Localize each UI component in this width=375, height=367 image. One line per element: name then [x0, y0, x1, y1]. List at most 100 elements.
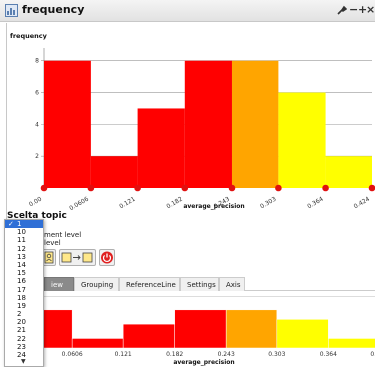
scroll-down-icon[interactable]: ▼ — [21, 358, 26, 365]
dropdown-option[interactable]: 13 — [5, 253, 43, 261]
close-icon[interactable]: × — [366, 3, 375, 16]
dropdown-option-label: 21 — [17, 326, 26, 335]
dropdown-option-label: 18 — [17, 293, 26, 302]
stop-button[interactable] — [99, 249, 115, 266]
preview-x-tick-label: 0.121 — [115, 351, 132, 358]
dropdown-option[interactable]: 15 — [5, 269, 43, 277]
x-tick-label: 0.0606 — [68, 196, 90, 210]
x-tick-marker — [275, 184, 282, 192]
x-tick-label: 0.364 — [306, 196, 325, 210]
transfer-icon — [61, 252, 93, 263]
y-tick-label: 6 — [35, 90, 39, 97]
x-tick-label: 0.00 — [28, 196, 43, 209]
tab-iew[interactable]: iew — [44, 277, 74, 291]
tab-settings[interactable]: Settings — [180, 277, 219, 291]
dropdown-option[interactable]: 23 — [5, 343, 43, 351]
tab-axis[interactable]: Axis — [219, 277, 245, 291]
histogram-bar — [137, 108, 185, 188]
histogram-bar — [90, 156, 138, 188]
title-bar: frequency − + × — [0, 0, 375, 22]
dropdown-option[interactable]: 12 — [5, 245, 43, 253]
dropdown-option[interactable]: 14 — [5, 261, 43, 269]
y-tick-label: 8 — [35, 58, 39, 65]
window-title: frequency — [22, 3, 85, 16]
person-button[interactable] — [42, 249, 56, 266]
preview-bar — [71, 338, 124, 349]
dropdown-option-label: 17 — [17, 285, 26, 294]
dropdown-option-label: 10 — [17, 228, 26, 237]
preview-bar — [276, 319, 329, 349]
histogram-bar — [184, 60, 232, 188]
histogram-preview: 00.06060.1210.1820.2430.3030.3640.424ave… — [6, 296, 375, 366]
x-tick-marker — [228, 184, 236, 192]
dropdown-option-label: 23 — [17, 342, 26, 351]
dropdown-option[interactable]: 21 — [5, 326, 43, 334]
chart-icon — [5, 4, 18, 17]
histogram-bar — [325, 156, 372, 188]
dropdown-option-label: 20 — [17, 318, 26, 327]
x-tick-marker — [322, 184, 329, 192]
dropdown-option[interactable]: 19 — [5, 302, 43, 310]
tab-grouping[interactable]: Grouping — [74, 277, 119, 291]
dropdown-option-label: 1 — [17, 220, 22, 228]
dropdown-option-label: 22 — [17, 334, 26, 343]
dropdown-option[interactable]: 16 — [5, 277, 43, 285]
preview-x-axis-label: average_precision — [173, 359, 234, 366]
histogram-bar — [278, 92, 326, 188]
y-tick-label: 4 — [35, 121, 39, 128]
dropdown-option-label: 16 — [17, 277, 26, 286]
preview-bar — [328, 338, 375, 349]
tab-referenceline[interactable]: ReferenceLine — [119, 277, 180, 291]
x-axis-label: average_precision — [183, 203, 244, 210]
stop-icon — [101, 251, 113, 264]
preview-bar — [225, 309, 278, 349]
preview-bar — [122, 323, 175, 349]
dropdown-option[interactable]: 10 — [5, 228, 43, 236]
preview-bar — [174, 309, 227, 349]
preview-x-tick-label: 0.243 — [218, 351, 235, 358]
dropdown-option-label: 11 — [17, 236, 26, 245]
dropdown-option[interactable]: ✓ 1 — [5, 220, 43, 229]
dropdown-option-label: 19 — [17, 301, 26, 310]
chart-title: frequency — [10, 32, 48, 40]
dropdown-option[interactable]: 22 — [5, 335, 43, 343]
person-icon — [44, 251, 54, 264]
dropdown-option[interactable]: 17 — [5, 286, 43, 294]
x-tick-marker — [134, 184, 141, 192]
level-option-2[interactable]: level — [44, 239, 61, 247]
x-tick-label: 0.424 — [353, 196, 372, 210]
x-tick-marker — [40, 184, 48, 192]
dropdown-option[interactable]: 11 — [5, 236, 43, 244]
y-tick-label: 2 — [35, 153, 39, 160]
histogram-bar — [44, 60, 91, 188]
x-tick-marker — [368, 184, 375, 192]
x-tick-label: 0.303 — [259, 196, 278, 210]
preview-x-tick-label: 0.0606 — [62, 351, 83, 358]
transfer-button[interactable] — [59, 249, 96, 266]
dropdown-option[interactable]: 20 — [5, 318, 43, 326]
dropdown-option[interactable]: 2 — [5, 310, 43, 318]
minimize-icon[interactable]: − — [349, 3, 358, 16]
dropdown-option-label: 2 — [17, 310, 22, 319]
topic-dropdown-list[interactable]: ✓ 1 10 11 12 13 14 15 16 17 18 19 2 20 21 22 23 24 ▼ — [4, 219, 44, 367]
dropdown-option-label: 15 — [17, 269, 26, 278]
dropdown-option-label: 13 — [17, 252, 26, 261]
preview-x-tick-label: 0.364 — [320, 351, 337, 358]
dropdown-option-label: 14 — [17, 260, 26, 269]
histogram-main: frequency24680.00 0.0606 0.121 0.182 0.243 0.… — [10, 32, 375, 210]
preview-x-tick-label: 0.424 — [370, 351, 375, 358]
wrench-icon[interactable] — [336, 5, 347, 16]
x-tick-marker — [181, 184, 189, 192]
preview-x-tick-label: 0.303 — [268, 351, 285, 358]
histogram-bar — [231, 60, 279, 188]
dropdown-option[interactable]: 18 — [5, 294, 43, 302]
x-tick-label: 0.121 — [118, 196, 137, 210]
tab-bar: iew Grouping ReferenceLine Settings Axis — [44, 277, 375, 291]
x-tick-label: 0.182 — [165, 196, 184, 210]
preview-x-tick-label: 0.182 — [166, 351, 183, 358]
dropdown-option-label: 12 — [17, 244, 26, 253]
x-tick-marker — [87, 184, 95, 192]
level-option-1[interactable]: ment level — [44, 231, 81, 239]
check-icon: ✓ — [8, 220, 14, 228]
app-window: frequency − + × frequency 2 4 6 8 0.00 0.0606 0… — [0, 0, 375, 367]
